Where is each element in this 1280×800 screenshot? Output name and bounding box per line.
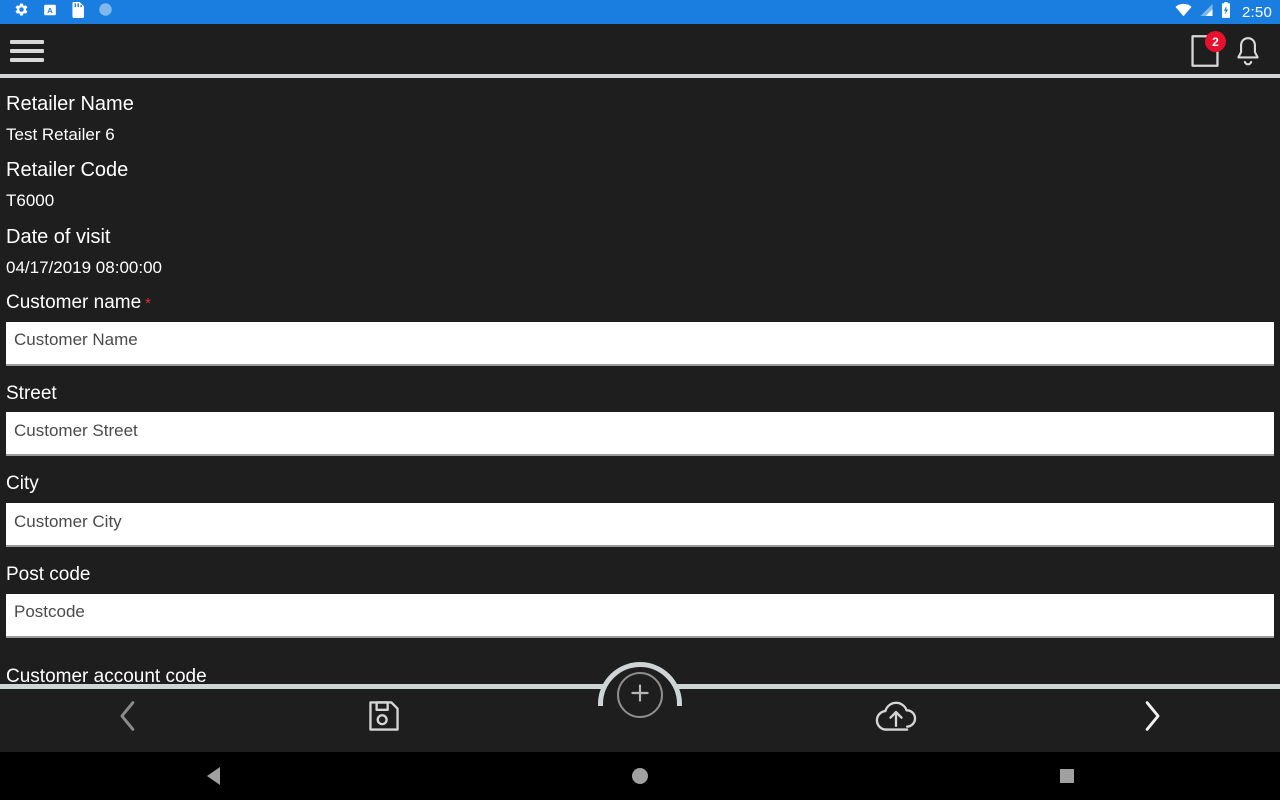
status-bar-left-icons: A [14, 1, 113, 23]
android-home-icon [631, 768, 648, 784]
keyboard-input-icon: A [43, 3, 57, 22]
app-root: A 2:50 2 Retailer Name Test Retailer 6 R… [0, 0, 1280, 800]
customer-name-input[interactable] [6, 321, 1274, 366]
android-nav-bar [0, 752, 1280, 800]
chevron-left-icon [117, 699, 139, 738]
plus-circle-icon [627, 680, 653, 711]
form-scroll-area[interactable]: Retailer Name Test Retailer 6 Retailer C… [0, 78, 1280, 684]
android-status-bar: A 2:50 [0, 0, 1280, 24]
settings-gear-icon [14, 2, 29, 22]
svg-text:A: A [47, 5, 53, 14]
label-customer-account-code: Customer account code [6, 666, 207, 684]
label-post-code: Post code [6, 564, 91, 585]
app-header-actions: 2 [1190, 31, 1262, 68]
post-code-input[interactable] [6, 593, 1274, 638]
sd-card-icon [71, 1, 84, 23]
input-row-city [0, 503, 1280, 547]
value-date-of-visit: 04/17/2019 08:00:00 [6, 257, 162, 277]
label-date-of-visit: Date of visit [6, 225, 111, 248]
notification-bell-icon[interactable] [1234, 35, 1262, 67]
previous-button[interactable] [0, 687, 256, 749]
android-recents-button[interactable] [1022, 752, 1112, 800]
input-row-street [0, 412, 1280, 457]
hamburger-line [10, 40, 44, 44]
android-back-button[interactable] [168, 752, 258, 800]
city-input[interactable] [6, 503, 1274, 547]
android-home-button[interactable] [595, 752, 685, 800]
value-retailer-code: T6000 [6, 191, 55, 211]
label-retailer-code: Retailer Code [6, 159, 129, 182]
label-retailer-name: Retailer Name [6, 93, 134, 115]
hamburger-line [10, 58, 44, 62]
hamburger-menu-icon[interactable] [10, 38, 44, 64]
label-customer-name-text: Customer name [6, 291, 142, 313]
app-header-bar: 2 [0, 24, 1280, 78]
label-customer-name: Customer name * [0, 291, 1280, 315]
notes-badge-count: 2 [1205, 31, 1226, 52]
status-bar-clock: 2:50 [1242, 3, 1272, 21]
wifi-icon [1175, 3, 1192, 22]
input-row-post-code [0, 593, 1280, 638]
upload-button[interactable] [768, 687, 1024, 749]
notes-document-icon[interactable]: 2 [1190, 31, 1226, 68]
hamburger-line [10, 49, 44, 53]
chevron-right-icon [1141, 699, 1163, 738]
value-retailer-name: Test Retailer 6 [6, 125, 115, 144]
cloud-upload-icon [875, 699, 917, 738]
cell-signal-icon [1199, 3, 1214, 22]
street-input[interactable] [6, 412, 1274, 457]
save-button[interactable] [256, 687, 512, 749]
required-marker: * [145, 294, 152, 312]
android-recents-icon [1059, 769, 1074, 783]
label-city: City [6, 473, 39, 495]
sync-circle-icon [98, 2, 113, 22]
battery-charging-icon [1221, 1, 1231, 23]
label-street: Street [6, 382, 57, 404]
android-back-icon [206, 767, 220, 785]
save-floppy-icon [368, 700, 400, 737]
bottom-toolbar [0, 662, 1280, 752]
input-row-customer-name [0, 321, 1280, 366]
add-button[interactable] [617, 672, 663, 718]
next-button[interactable] [1024, 687, 1280, 749]
status-bar-right-icons: 2:50 [1175, 1, 1272, 23]
